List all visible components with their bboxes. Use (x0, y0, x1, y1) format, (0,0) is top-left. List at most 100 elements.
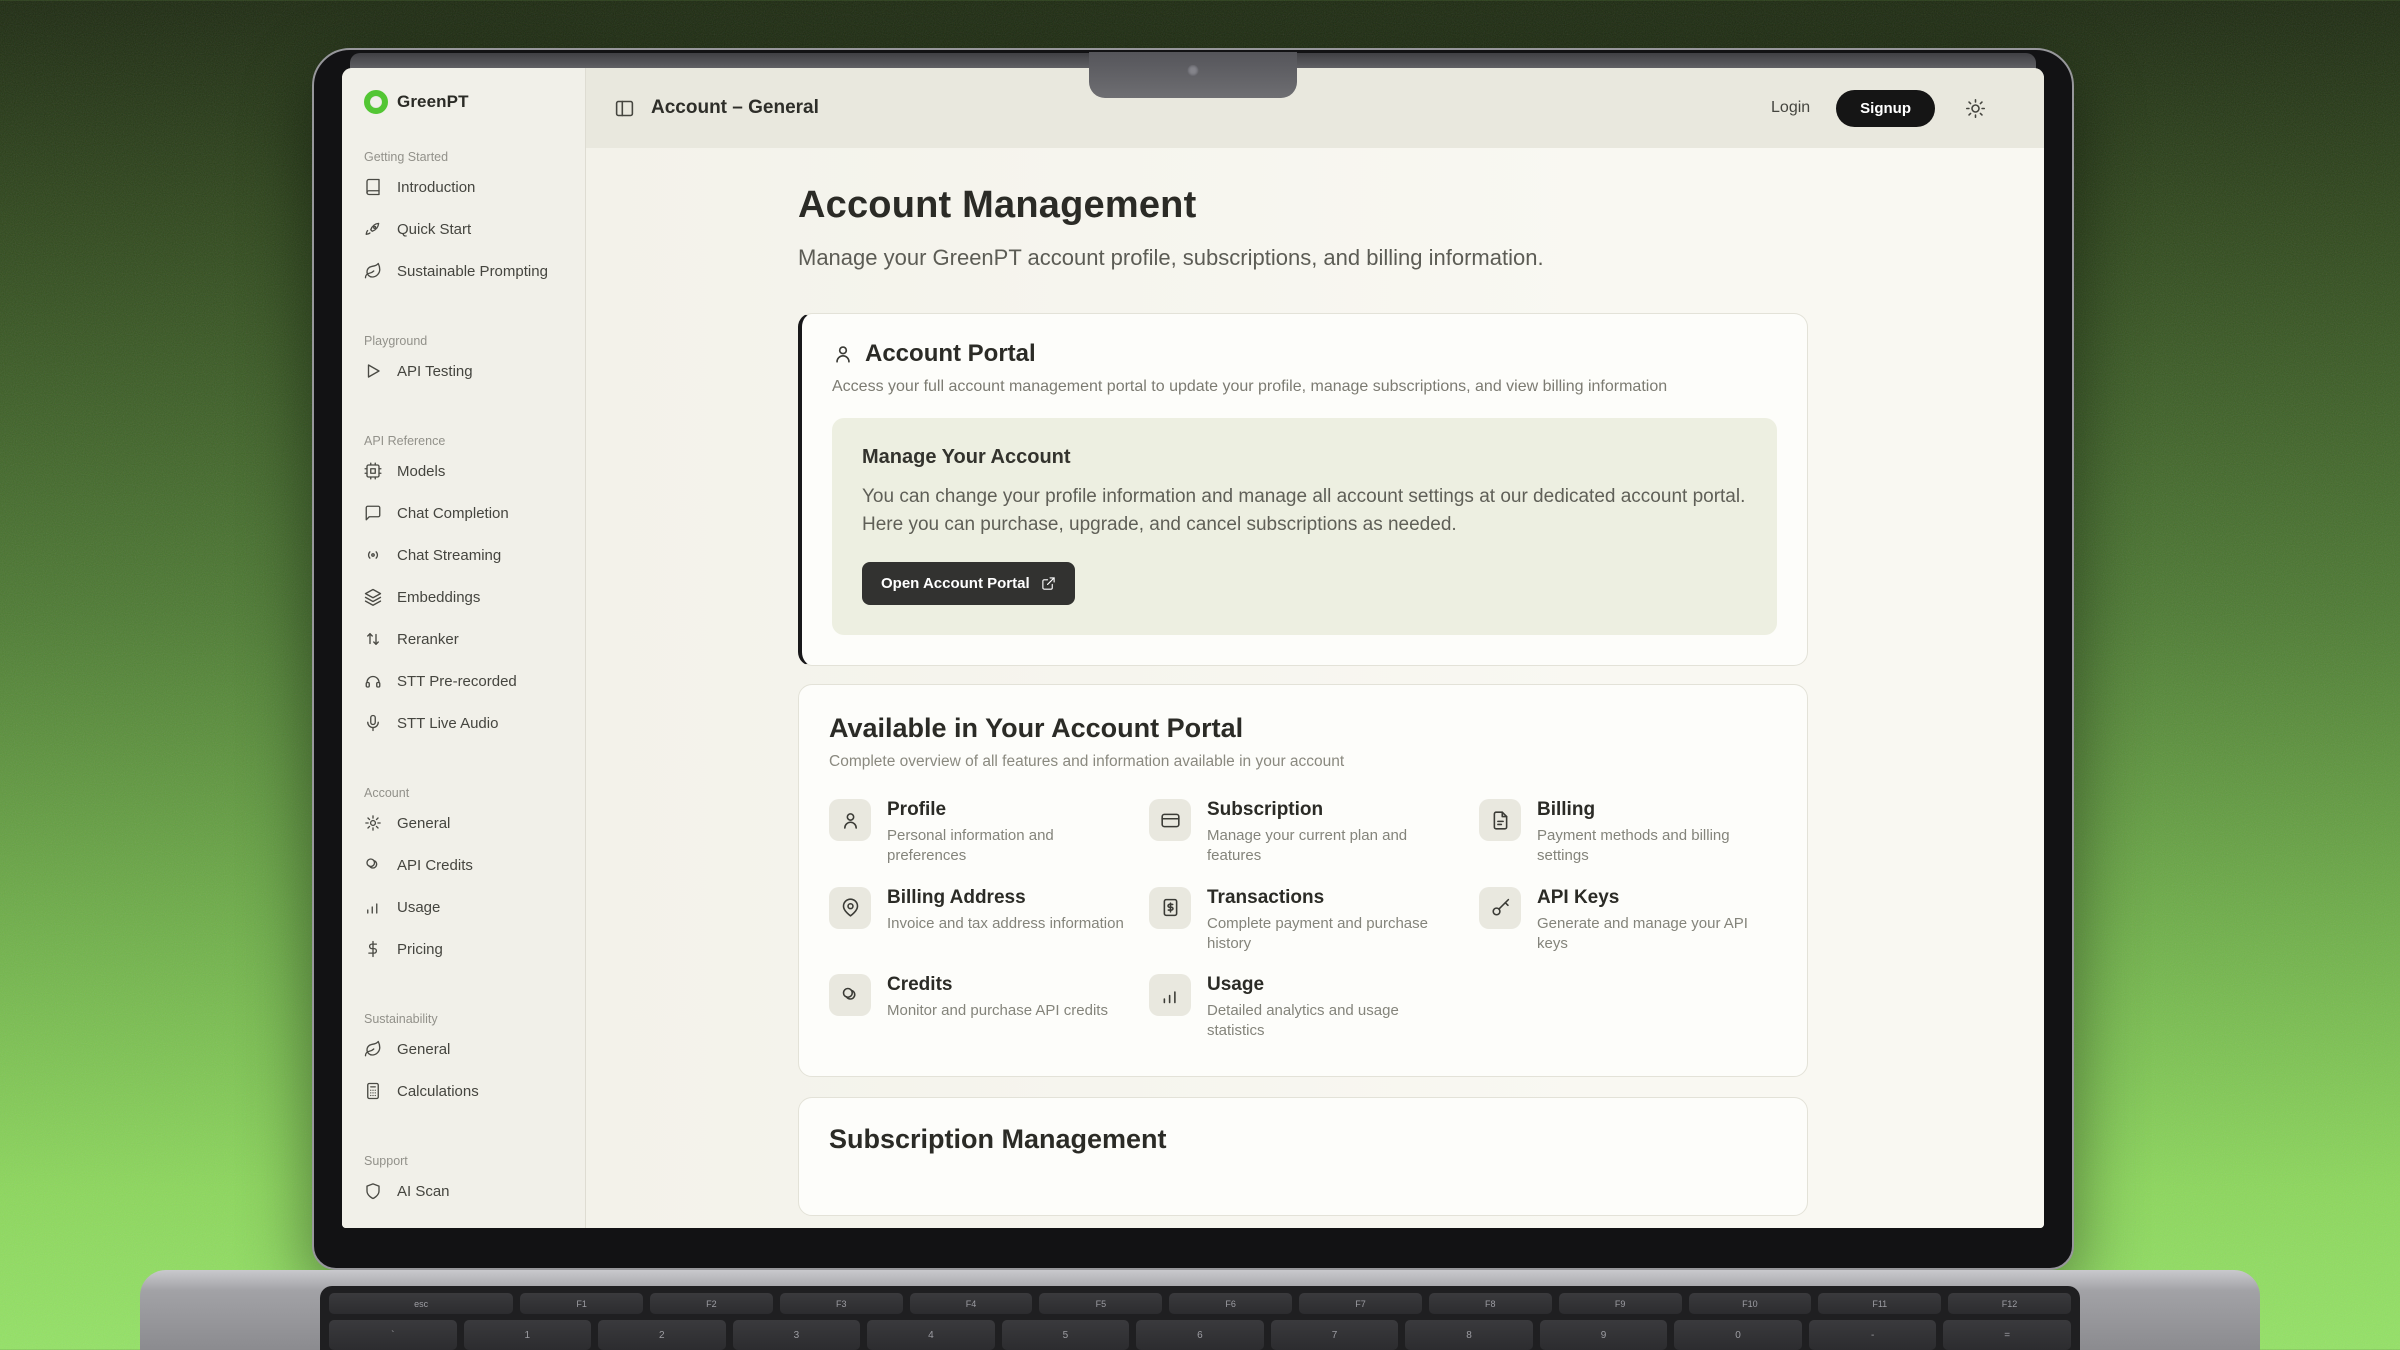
sidebar-item-quick-start[interactable]: Quick Start (364, 208, 573, 250)
sidebar-section: Playground API Testing (364, 334, 573, 392)
topbar-title: Account – General (651, 97, 819, 119)
sidebar-item-label: Reranker (397, 631, 459, 648)
keyboard-key: F3 (780, 1293, 903, 1314)
sidebar-item-api-credits[interactable]: API Credits (364, 844, 573, 886)
dollar-icon (364, 940, 382, 958)
manage-account-title: Manage Your Account (862, 446, 1747, 469)
signup-button[interactable]: Signup (1836, 90, 1935, 127)
keyboard-key: F11 (1818, 1293, 1941, 1314)
keyboard-key: 9 (1540, 1320, 1668, 1350)
feature-subscription: Subscription Manage your current plan and… (1149, 799, 1479, 867)
feature-title: Usage (1207, 974, 1457, 996)
sidebar-section: SupportAI Scan (364, 1154, 573, 1212)
sidebar-section-label: Playground (364, 334, 573, 350)
sidebar-item-calculations[interactable]: Calculations (364, 1070, 573, 1112)
sidebar-item-label: Embeddings (397, 589, 480, 606)
key-icon (1479, 887, 1521, 929)
sidebar-item-chat-completion[interactable]: Chat Completion (364, 492, 573, 534)
sidebar-item-embeddings[interactable]: Embeddings (364, 576, 573, 618)
account-portal-subtitle: Access your full account management port… (832, 378, 1777, 396)
sidebar-toggle-icon[interactable] (614, 98, 635, 119)
sidebar-item-chat-streaming[interactable]: Chat Streaming (364, 534, 573, 576)
cpu-icon (364, 462, 382, 480)
keyboard-key: 1 (464, 1320, 592, 1350)
sidebar-item-usage[interactable]: Usage (364, 886, 573, 928)
sidebar-item-sustainable-prompting[interactable]: Sustainable Prompting (364, 250, 573, 292)
feature-description: Detailed analytics and usage statistics (1207, 1001, 1457, 1042)
feature-grid: ProfilePersonal information and preferen… (829, 799, 1777, 1042)
feature-credits: CreditsMonitor and purchase API credits (829, 974, 1149, 1042)
sidebar-item-introduction[interactable]: Introduction (364, 166, 573, 208)
account-portal-header: Account Portal (832, 340, 1777, 368)
keyboard-key: F1 (520, 1293, 643, 1314)
feature-description: Payment methods and billing settings (1537, 826, 1777, 867)
gear-icon (364, 814, 382, 832)
open-account-portal-label: Open Account Portal (881, 575, 1030, 592)
sidebar-section: AccountGeneralAPI CreditsUsagePricing (364, 786, 573, 970)
feature-text: API KeysGenerate and manage your API key… (1537, 887, 1777, 955)
sidebar-section: SustainabilityGeneralCalculations (364, 1012, 573, 1112)
page-subtitle: Manage your GreenPT account profile, sub… (798, 245, 2044, 271)
keyboard-key: F2 (650, 1293, 773, 1314)
keyboard-key: F12 (1948, 1293, 2071, 1314)
keyboard-key: F9 (1559, 1293, 1682, 1314)
keyboard-key: 2 (598, 1320, 726, 1350)
feature-text: ProfilePersonal information and preferen… (887, 799, 1137, 867)
theme-toggle-sun-icon[interactable] (1965, 98, 1986, 119)
feature-title: Profile (887, 799, 1137, 821)
feature-title: API Keys (1537, 887, 1777, 909)
radio-icon (364, 546, 382, 564)
feature-title: Subscription (1207, 799, 1457, 821)
keyboard-key: esc (329, 1293, 513, 1314)
keyboard-key: F4 (910, 1293, 1033, 1314)
keyboard-key: 5 (1002, 1320, 1130, 1350)
keyboard-key: 0 (1674, 1320, 1802, 1350)
manage-account-body: You can change your profile information … (862, 483, 1747, 538)
coins-icon (364, 856, 382, 874)
available-features-title: Available in Your Account Portal (829, 713, 1777, 744)
keyboard-row: escF1F2F3F4F5F6F7F8F9F10F11F12 (329, 1293, 2071, 1314)
shield-icon (364, 1182, 382, 1200)
sidebar-item-general[interactable]: General (364, 1028, 573, 1070)
greenpt-app: GreenPT Getting Started Introduction Quick… (342, 68, 2044, 1228)
sidebar-item-models[interactable]: Models (364, 450, 573, 492)
sidebar-item-reranker[interactable]: Reranker (364, 618, 573, 660)
feature-description: Complete payment and purchase history (1207, 914, 1457, 955)
open-account-portal-button[interactable]: Open Account Portal (862, 562, 1075, 605)
feature-profile: ProfilePersonal information and preferen… (829, 799, 1149, 867)
sidebar-section-label: Getting Started (364, 150, 573, 166)
sidebar-item-stt-live-audio[interactable]: STT Live Audio (364, 702, 573, 744)
available-features-subtitle: Complete overview of all features and in… (829, 753, 1777, 771)
keyboard-key: 6 (1136, 1320, 1264, 1350)
sidebar-item-label: API Testing (397, 363, 473, 380)
sidebar-item-label: Usage (397, 899, 440, 916)
keyboard-key: 7 (1271, 1320, 1399, 1350)
sidebar-item-general[interactable]: General (364, 802, 573, 844)
layers-icon (364, 588, 382, 606)
keyboard-key: ` (329, 1320, 457, 1350)
keyboard-key: F5 (1039, 1293, 1162, 1314)
play-icon (364, 362, 382, 380)
sidebar-item-label: Introduction (397, 179, 475, 196)
feature-description: Invoice and tax address information (887, 914, 1124, 934)
feature-text: TransactionsComplete payment and purchas… (1207, 887, 1457, 955)
keyboard-key: 4 (867, 1320, 995, 1350)
sidebar-item-pricing[interactable]: Pricing (364, 928, 573, 970)
sidebar-item-stt-pre-recorded[interactable]: STT Pre-recorded (364, 660, 573, 702)
sidebar-item-label: Quick Start (397, 221, 471, 238)
brand-logo[interactable]: GreenPT (364, 90, 573, 114)
feature-description: Manage your current plan and features (1207, 826, 1457, 867)
sidebar: GreenPT Getting Started Introduction Quick… (342, 68, 586, 1228)
sidebar-item-label: API Credits (397, 857, 473, 874)
login-link[interactable]: Login (1771, 99, 1810, 117)
laptop-keyboard: escF1F2F3F4F5F6F7F8F9F10F11F12`123456789… (320, 1286, 2080, 1350)
sidebar-item-ai-scan[interactable]: AI Scan (364, 1170, 573, 1212)
laptop-screen: GreenPT Getting Started Introduction Quick… (312, 48, 2074, 1270)
receipt-icon (1149, 887, 1191, 929)
feature-text: CreditsMonitor and purchase API credits (887, 974, 1108, 1021)
webcam-icon (1188, 65, 1199, 76)
feature-api-keys: API KeysGenerate and manage your API key… (1479, 887, 1777, 955)
sidebar-item-api-testing[interactable]: API Testing (364, 350, 573, 392)
sidebar-section-label: Support (364, 1154, 573, 1170)
keyboard-key: F7 (1299, 1293, 1422, 1314)
